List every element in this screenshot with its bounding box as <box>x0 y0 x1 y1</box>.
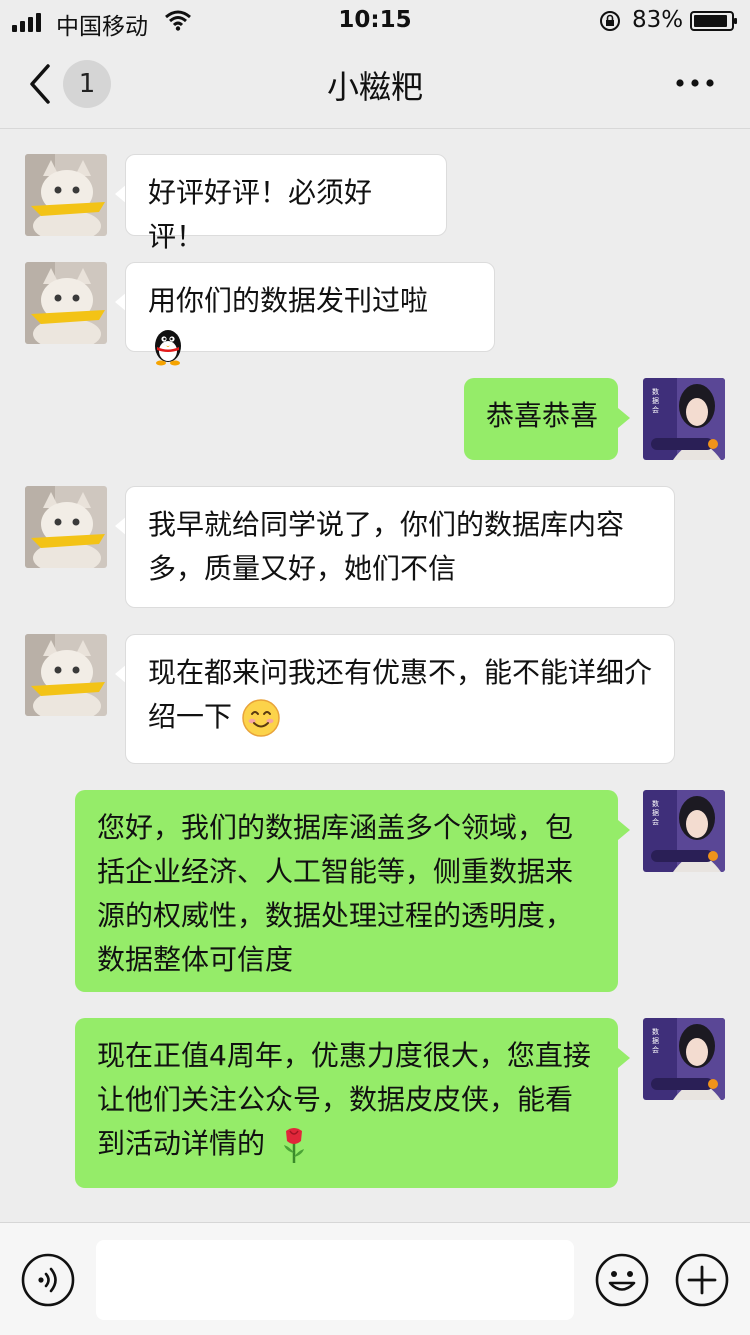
message-bubble[interactable]: 现在都来问我还有优惠不，能不能详细介绍一下 <box>125 634 675 764</box>
svg-text:会: 会 <box>652 817 659 826</box>
message-bubble[interactable]: 用你们的数据发刊过啦 <box>125 262 495 366</box>
svg-text:据: 据 <box>652 1036 659 1045</box>
svg-text:会: 会 <box>652 1045 659 1054</box>
chat-title: 小糍粑 <box>326 68 423 106</box>
message-text: 好评好评！必须好评！ <box>148 176 373 253</box>
svg-text:据: 据 <box>652 808 659 817</box>
svg-text:数: 数 <box>652 387 659 396</box>
profile-avatar-icon: 数 据 会 <box>643 378 725 460</box>
my-avatar[interactable]: 数 据 会 <box>643 378 725 460</box>
message-bubble[interactable]: 恭喜恭喜 <box>464 378 618 460</box>
message-text: 用你们的数据发刊过啦 <box>148 284 429 317</box>
message-text: 现在都来问我还有优惠不，能不能详细介绍一下 <box>148 656 653 733</box>
battery-icon <box>690 11 737 31</box>
voice-input-icon[interactable] <box>20 1252 76 1308</box>
battery-percent: 83% <box>632 7 684 33</box>
my-avatar[interactable]: 数 据 会 <box>643 790 725 872</box>
rotation-lock-icon <box>600 11 620 31</box>
message-text: 我早就给同学说了，你们的数据库内容多，质量又好，她们不信 <box>148 508 625 585</box>
svg-text:数: 数 <box>652 799 659 808</box>
svg-text:据: 据 <box>652 396 659 405</box>
my-avatar[interactable]: 数 据 会 <box>643 1018 725 1100</box>
contact-avatar[interactable] <box>25 486 107 568</box>
cat-avatar-icon <box>25 486 107 568</box>
message-bubble[interactable]: 现在正值4周年，优惠力度很大，您直接让他们关注公众号，数据皮皮侠，能看到活动详情… <box>75 1018 618 1188</box>
input-bar <box>0 1222 750 1335</box>
bubble-tail <box>618 1048 630 1068</box>
cat-avatar-icon <box>25 634 107 716</box>
status-bar: 中国移动 10:15 83% <box>0 0 750 42</box>
profile-avatar-icon: 数 据 会 <box>643 790 725 872</box>
contact-avatar[interactable] <box>25 154 107 236</box>
contact-avatar[interactable] <box>25 634 107 716</box>
svg-text:会: 会 <box>652 405 659 414</box>
add-more-icon[interactable] <box>674 1252 730 1308</box>
svg-text:数: 数 <box>652 1027 659 1036</box>
message-input[interactable] <box>96 1240 574 1320</box>
smile-emoji-icon <box>242 699 280 737</box>
profile-avatar-icon: 数 据 会 <box>643 1018 725 1100</box>
more-options-icon[interactable] <box>674 76 716 90</box>
message-bubble[interactable]: 好评好评！必须好评！ <box>125 154 447 253</box>
bubble-tail <box>618 408 630 428</box>
chat-header: 1 小糍粑 <box>0 42 750 129</box>
bubble-tail <box>618 820 630 840</box>
cat-avatar-icon <box>25 262 107 344</box>
message-text: 现在正值4周年，优惠力度很大，您直接让他们关注公众号，数据皮皮侠，能看到活动详情… <box>97 1039 591 1160</box>
message-text: 您好，我们的数据库涵盖多个领域，包括企业经济、人工智能等，侧重数据来源的权威性，… <box>97 811 574 976</box>
emoji-picker-icon[interactable] <box>594 1252 650 1308</box>
message-bubble[interactable]: 我早就给同学说了，你们的数据库内容多，质量又好，她们不信 <box>125 486 675 608</box>
contact-avatar[interactable] <box>25 262 107 344</box>
message-text: 恭喜恭喜 <box>486 399 599 432</box>
qq-penguin-icon <box>155 330 181 366</box>
message-bubble[interactable]: 您好，我们的数据库涵盖多个领域，包括企业经济、人工智能等，侧重数据来源的权威性，… <box>75 790 618 992</box>
cat-avatar-icon <box>25 154 107 236</box>
rose-emoji-icon <box>283 1128 304 1163</box>
